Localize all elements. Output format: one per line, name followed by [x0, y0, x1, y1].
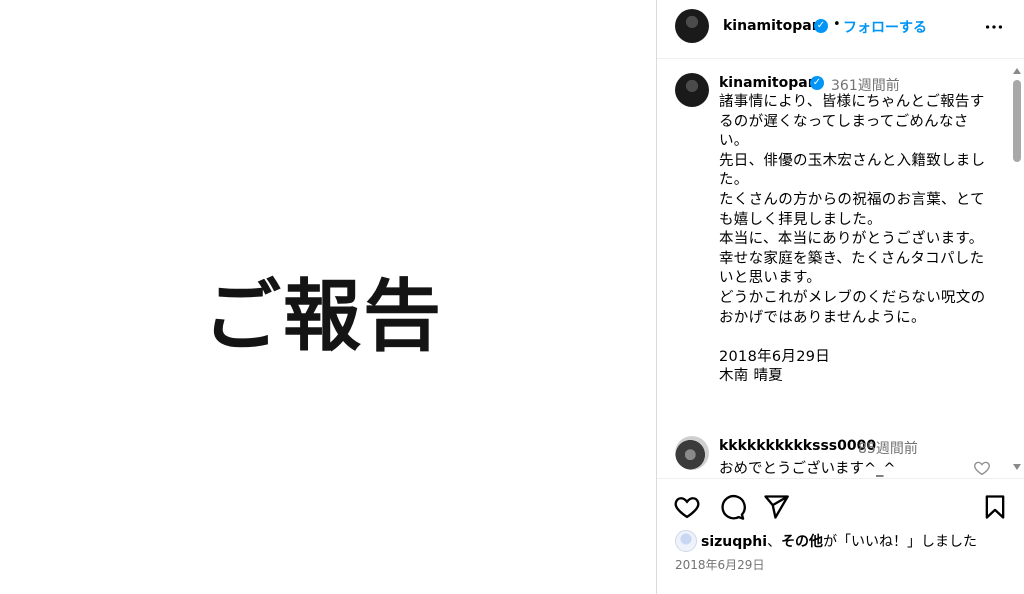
header-separator: • — [833, 17, 841, 32]
caption-paragraph: たくさんの方からの祝福のお言葉、とても嬉しく拝見しました。 — [719, 191, 985, 228]
caption-author-avatar[interactable] — [675, 73, 709, 107]
scrollbar-thumb[interactable] — [1013, 80, 1021, 162]
comment-text: おめでとうございます^_^ — [719, 461, 896, 477]
post-header: kinamitopan ✓ • フォローする — [657, 0, 1024, 59]
scroll-down-arrow-icon[interactable] — [1013, 464, 1021, 470]
heart-icon[interactable] — [673, 493, 701, 521]
commenter-avatar[interactable] — [675, 436, 709, 470]
bookmark-icon[interactable] — [981, 493, 1009, 521]
comment-timestamp[interactable]: 85週間前 — [858, 438, 918, 458]
caption-paragraph: 本当に、本当にありがとうございます。 — [719, 231, 984, 248]
likes-connector: 、 — [767, 534, 782, 550]
caption-paragraph: 諸事情により、皆様にちゃんとご報告するのが遅くなってしまってごめんなさい。 — [719, 94, 985, 150]
caption-signature: 木南 晴夏 — [719, 368, 784, 385]
author-username[interactable]: kinamitopan — [723, 18, 822, 34]
caption-timestamp[interactable]: 361週間前 — [831, 75, 900, 95]
post-image[interactable]: ご報告 — [0, 0, 656, 594]
comments-scrollbar[interactable] — [1010, 62, 1024, 476]
likes-suffix: が「いいね！」しました — [823, 534, 978, 550]
verified-badge-icon: ✓ — [814, 19, 828, 33]
more-options-icon[interactable] — [983, 16, 1005, 38]
likes-others-link[interactable]: その他 — [781, 534, 823, 550]
paper-plane-icon[interactable] — [762, 493, 790, 521]
post-date[interactable]: 2018年6月29日 — [675, 556, 764, 573]
verified-badge-icon: ✓ — [810, 76, 824, 90]
caption-text: 諸事情により、皆様にちゃんとご報告するのが遅くなってしまってごめんなさい。 先日… — [719, 93, 991, 387]
caption-paragraph: 幸せな家庭を築き、たくさんタコパしたいと思います。 — [719, 250, 985, 287]
post-action-bar — [657, 478, 1024, 529]
comment-like-heart-icon[interactable] — [973, 459, 991, 477]
caption-paragraph: どうかこれがメレブのくだらない呪文のおかげではありませんように。 — [719, 289, 986, 326]
caption-date: 2018年6月29日 — [719, 348, 831, 365]
post-sidebar: kinamitopan ✓ • フォローする kinamitopan ✓ 361… — [657, 0, 1024, 594]
instagram-post-modal: ご報告 kinamitopan ✓ • フォローする kinamitopan ✓… — [0, 0, 1024, 594]
comments-list[interactable]: kinamitopan ✓ 361週間前 諸事情により、皆様にちゃんとご報告する… — [657, 59, 1024, 477]
likes-summary: sizuqphi、その他が「いいね！」しました — [657, 528, 1024, 554]
liker-username[interactable]: sizuqphi — [701, 534, 767, 550]
likes-text: sizuqphi、その他が「いいね！」しました — [701, 531, 977, 551]
caption-author-username[interactable]: kinamitopan — [719, 75, 818, 91]
comment-bubble-icon[interactable] — [718, 493, 746, 521]
liker-avatar[interactable] — [675, 530, 697, 552]
caption-paragraph: 先日、俳優の玉木宏さんと入籍致しました。 — [719, 152, 986, 189]
announcement-text: ご報告 — [203, 272, 444, 362]
follow-button[interactable]: フォローする — [843, 17, 927, 37]
commenter-username[interactable]: kkkkkkkkkksss0000 — [719, 438, 876, 454]
scroll-up-arrow-icon[interactable] — [1013, 68, 1021, 74]
author-avatar[interactable] — [675, 9, 709, 43]
